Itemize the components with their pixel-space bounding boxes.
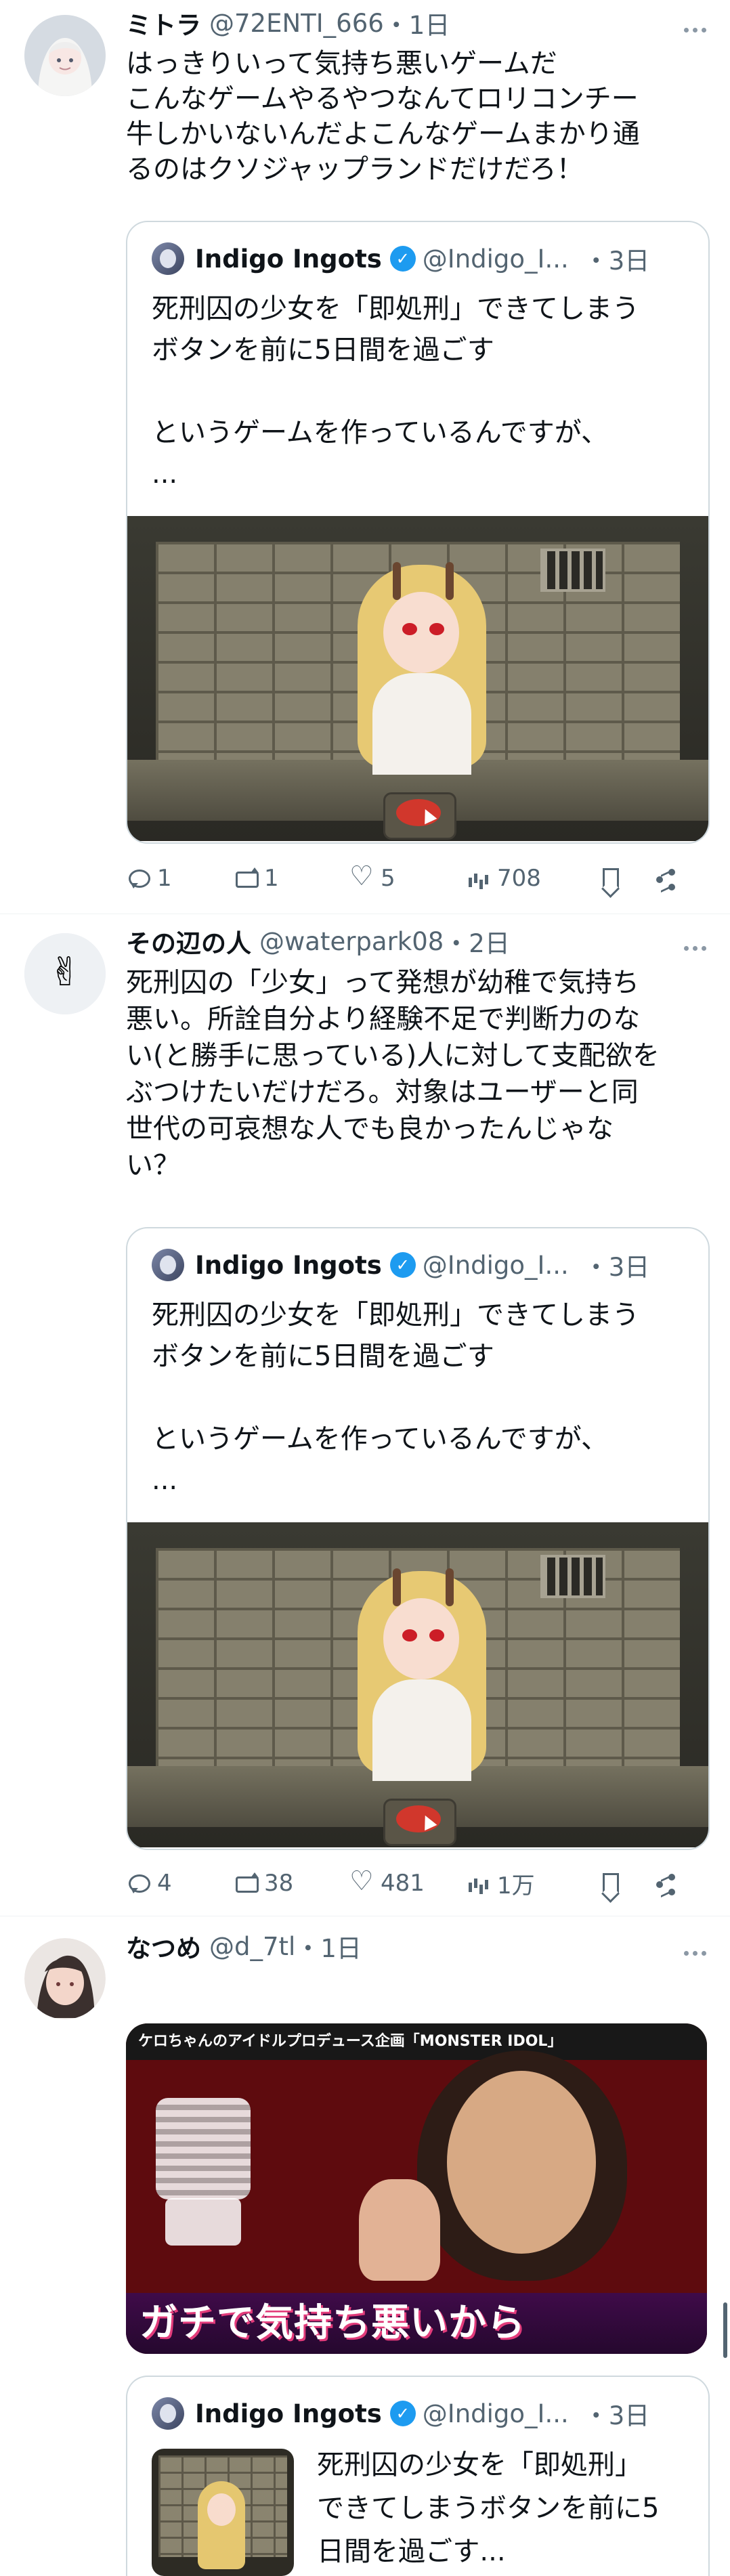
bookmark-icon bbox=[597, 1871, 622, 1895]
retweet-icon bbox=[233, 866, 259, 890]
like-count: 481 bbox=[381, 1870, 425, 1897]
quoted-avatar bbox=[152, 1249, 184, 1281]
reply-icon bbox=[126, 866, 150, 890]
retweet-count: 1 bbox=[264, 865, 279, 892]
quoted-thumbnail[interactable] bbox=[152, 2449, 294, 2576]
avatar-image: ✌ bbox=[24, 933, 106, 1014]
username[interactable]: @72ENTI_666 bbox=[209, 9, 384, 38]
tweet-header: その辺の人 @waterpark08 ・2日 bbox=[126, 923, 510, 960]
quoted-time: ・3日 bbox=[583, 1253, 650, 1282]
more-icon[interactable] bbox=[679, 14, 711, 46]
display-name[interactable]: なつめ bbox=[126, 1928, 201, 1965]
scrollbar[interactable] bbox=[723, 2302, 727, 2358]
like-button[interactable]: 5 bbox=[349, 861, 466, 892]
tweet[interactable]: ✌ その辺の人 @waterpark08 ・2日 死刑囚の「少女」って発想が幼稚… bbox=[0, 914, 730, 1916]
quoted-tweet[interactable]: Indigo Ingots ✓ @Indigo_I... ・3日 死刑囚の少女を… bbox=[126, 221, 710, 844]
avatar[interactable] bbox=[24, 1938, 106, 2019]
quoted-name: Indigo Ingots bbox=[195, 2399, 382, 2428]
timestamp[interactable]: ・1日 bbox=[384, 5, 450, 41]
share-button[interactable] bbox=[653, 1871, 677, 1895]
avatar[interactable] bbox=[24, 15, 106, 96]
person-hand-graphic bbox=[359, 2179, 440, 2281]
quoted-text: 死刑囚の少女を「即処刑」できてしまう ボタンを前に5日間を過ごす というゲームを… bbox=[152, 1300, 639, 1496]
like-icon bbox=[349, 1866, 374, 1897]
avatar-image bbox=[24, 1938, 106, 2019]
verified-icon: ✓ bbox=[389, 2401, 416, 2426]
display-name[interactable]: ミトラ bbox=[126, 5, 201, 41]
view-icon bbox=[466, 866, 490, 890]
reply-count: 1 bbox=[157, 865, 172, 892]
quoted-tweet[interactable]: Indigo Ingots ✓ @Indigo_I... ・3日 死刑囚の少女を… bbox=[126, 1227, 710, 1850]
quoted-header: Indigo Ingots ✓ @Indigo_I... ・3日 bbox=[152, 1249, 650, 1282]
quoted-tweet[interactable]: Indigo Ingots ✓ @Indigo_I... ・3日 死刑囚の少女を… bbox=[126, 2376, 710, 2576]
tweet-actions: 1 1 5 708 bbox=[126, 861, 702, 895]
reply-icon bbox=[126, 1871, 150, 1895]
quoted-header: Indigo Ingots ✓ @Indigo_I... ・3日 bbox=[152, 242, 650, 276]
quoted-time: ・3日 bbox=[583, 246, 650, 276]
view-count: 708 bbox=[497, 865, 541, 892]
tweet-media[interactable]: ケロちゃんのアイドルプロデュース企画「MONSTER IDOL」 ガチで気持ち悪… bbox=[126, 2023, 707, 2354]
verified-icon: ✓ bbox=[389, 1252, 416, 1278]
like-button[interactable]: 481 bbox=[349, 1866, 466, 1897]
timestamp[interactable]: ・2日 bbox=[444, 923, 510, 960]
retweet-icon bbox=[233, 1871, 259, 1895]
quoted-media[interactable] bbox=[127, 1522, 708, 1847]
quoted-text: 死刑囚の少女を「即処刑」できてしまう ボタンを前に5日間を過ごす というゲームを… bbox=[152, 293, 639, 490]
retweet-count: 38 bbox=[264, 1870, 294, 1897]
tweet-text: はっきりいって気持ち悪いゲームだ こんなゲームやるやつなんてロリコンチー 牛しか… bbox=[126, 48, 640, 185]
tweet-text: 死刑囚の「少女」って発想が幼稚で気持ち 悪い。所詮自分より経験不足で判断力のな … bbox=[126, 967, 660, 1181]
retweet-button[interactable]: 38 bbox=[233, 1870, 349, 1897]
like-count: 5 bbox=[381, 865, 395, 892]
tweet[interactable]: ミトラ @72ENTI_666 ・1日 はっきりいって気持ち悪いゲームだ こんな… bbox=[0, 0, 730, 914]
view-count: 1万 bbox=[497, 1872, 535, 1899]
svg-text:✌: ✌ bbox=[49, 949, 82, 995]
bookmark-button[interactable] bbox=[597, 1871, 653, 1895]
views-button[interactable]: 1万 bbox=[466, 1867, 597, 1900]
media-top-caption: ケロちゃんのアイドルプロデュース企画「MONSTER IDOL」 bbox=[126, 2023, 707, 2060]
lamp-base-graphic bbox=[165, 2198, 241, 2246]
share-icon bbox=[653, 1871, 677, 1895]
username[interactable]: @waterpark08 bbox=[259, 927, 444, 956]
bookmark-button[interactable] bbox=[597, 866, 653, 890]
tweet-header: ミトラ @72ENTI_666 ・1日 bbox=[126, 5, 450, 41]
retweet-button[interactable]: 1 bbox=[233, 865, 349, 892]
views-button[interactable]: 708 bbox=[466, 865, 597, 892]
share-icon bbox=[653, 866, 677, 890]
quoted-avatar bbox=[152, 2397, 184, 2430]
quoted-media[interactable] bbox=[127, 516, 708, 841]
timestamp[interactable]: ・1日 bbox=[295, 1928, 362, 1965]
quoted-avatar bbox=[152, 242, 184, 275]
display-name[interactable]: その辺の人 bbox=[126, 923, 251, 960]
quoted-time: ・3日 bbox=[583, 2401, 650, 2430]
reply-count: 4 bbox=[157, 1870, 172, 1897]
tweet-actions: 4 38 481 1万 bbox=[126, 1866, 702, 1900]
quoted-handle: @Indigo_I... bbox=[422, 244, 569, 274]
quoted-name: Indigo Ingots bbox=[195, 244, 382, 274]
more-icon[interactable] bbox=[679, 1937, 711, 1969]
lamp-graphic bbox=[156, 2098, 251, 2199]
username[interactable]: @d_7tl bbox=[209, 1932, 295, 1961]
tweet[interactable]: なつめ @d_7tl ・1日 ケロちゃんのアイドルプロデュース企画「MONSTE… bbox=[0, 1916, 730, 2576]
reply-button[interactable]: 1 bbox=[126, 865, 233, 892]
reply-button[interactable]: 4 bbox=[126, 1870, 233, 1897]
tweet-header: なつめ @d_7tl ・1日 bbox=[126, 1928, 362, 1965]
avatar-image bbox=[24, 15, 106, 96]
share-button[interactable] bbox=[653, 866, 677, 890]
quoted-text: 死刑囚の少女を「即処刑」 できてしまうボタンを前に5 日間を過ごす... bbox=[317, 2449, 660, 2567]
avatar[interactable]: ✌ bbox=[24, 933, 106, 1014]
quoted-name: Indigo Ingots bbox=[195, 1250, 382, 1280]
quoted-header: Indigo Ingots ✓ @Indigo_I... ・3日 bbox=[152, 2397, 649, 2430]
media-caption: ガチで気持ち悪いから bbox=[126, 2293, 707, 2354]
verified-icon: ✓ bbox=[389, 246, 416, 272]
person-face-graphic bbox=[447, 2071, 596, 2254]
bookmark-icon bbox=[597, 866, 622, 890]
quoted-handle: @Indigo_I... bbox=[422, 2399, 569, 2428]
like-icon bbox=[349, 861, 374, 892]
view-icon bbox=[466, 1871, 490, 1895]
more-icon[interactable] bbox=[679, 932, 711, 964]
quoted-handle: @Indigo_I... bbox=[422, 1250, 569, 1280]
